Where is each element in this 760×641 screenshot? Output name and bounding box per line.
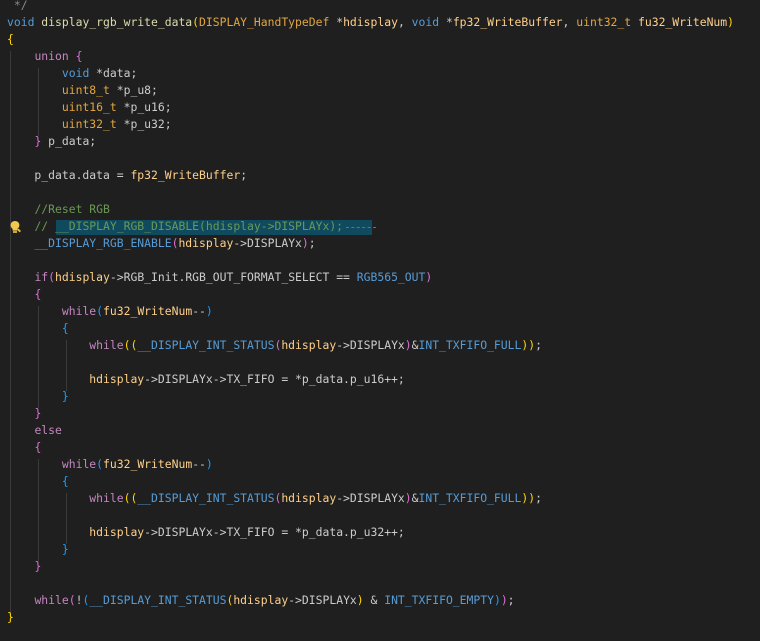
code-line-23: hdisplay->DISPLAYx->TX_FIFO = *p_data.p_… (89, 372, 405, 386)
code-line-21: while((__DISPLAY_INT_STATUS(hdisplay->DI… (89, 338, 542, 352)
code-line-7: uint16_t *p_u16; (61, 100, 172, 114)
code-line-15: __DISPLAY_RGB_ENABLE(hdisplay->DISPLAYx)… (34, 236, 316, 250)
code-line-27: { (34, 440, 42, 454)
code-line-2: void display_rgb_write_data(DISPLAY_Hand… (7, 15, 735, 29)
code-line-14: // __DISPLAY_RGB_DISABLE(hdisplay->DISPL… (34, 219, 344, 233)
code-line-30: while((__DISPLAY_INT_STATUS(hdisplay->DI… (89, 491, 542, 505)
code-line-28: while(fu32_WriteNum--) (61, 457, 213, 471)
code-line-1: */ (7, 0, 28, 12)
code-line-25: } (34, 406, 42, 420)
code-line-20: { (61, 321, 69, 335)
code-line-32: hdisplay->DISPLAYx->TX_FIFO = *p_data.p_… (89, 525, 405, 539)
code-line-37: } (7, 610, 14, 624)
code-line-8: uint32_t *p_u32; (61, 117, 172, 131)
code-line-29: { (61, 474, 69, 488)
code-line-18: { (34, 287, 42, 301)
code-line-26: else (34, 423, 62, 437)
code-line-6: uint8_t *p_u8; (61, 83, 158, 97)
code-line-36: while(!(__DISPLAY_INT_STATUS(hdisplay->D… (34, 593, 515, 607)
code-line-11: p_data.data = fp32_WriteBuffer; (7, 168, 248, 182)
code-editor[interactable]: */ void display_rgb_write_data(DISPLAY_H… (0, 0, 760, 641)
selection-trailing-dashes (346, 227, 376, 229)
code-line-19: while(fu32_WriteNum--) (61, 304, 213, 318)
code-line-3: { (7, 32, 14, 46)
code-line-9: } p_data; (34, 134, 97, 148)
code-line-5: void *data; (61, 66, 138, 80)
code-line-13: //Reset RGB (34, 202, 110, 216)
code-line-24: } (61, 389, 69, 403)
code-line-17: if(hdisplay->RGB_Init.RGB_OUT_FORMAT_SEL… (34, 270, 433, 284)
code-line-4: union { (34, 49, 83, 63)
code-line-33: } (61, 542, 69, 556)
code-line-34: } (34, 559, 42, 573)
